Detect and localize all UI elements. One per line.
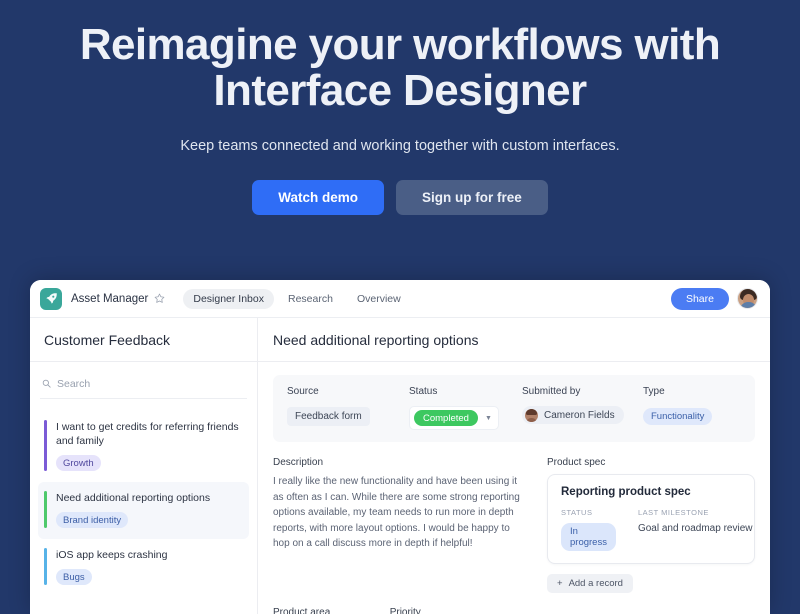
avatar[interactable] <box>737 288 758 309</box>
search-icon <box>42 375 51 393</box>
item-title: iOS app keeps crashing <box>56 549 168 561</box>
description-label: Description <box>273 457 324 468</box>
item-color-bar <box>44 491 47 528</box>
search-container <box>30 362 257 405</box>
source-value[interactable]: Feedback form <box>287 407 370 426</box>
hero-title-line-2: Interface Designer <box>213 66 587 115</box>
fields-panel: Source Feedback form Status Completed ▼ … <box>273 375 755 442</box>
chevron-down-icon: ▼ <box>484 414 492 422</box>
list-item[interactable]: Need additional reporting options Brand … <box>38 482 249 539</box>
spec-status: STATUS In progress <box>561 508 616 551</box>
app-topbar: Asset Manager Designer Inbox Research Ov… <box>30 280 770 318</box>
spec-milestone: LAST MILESTONE Goal and roadmap review <box>638 508 753 551</box>
add-record-button[interactable]: + Add a record <box>547 574 633 593</box>
item-tag: Brand identity <box>56 512 129 528</box>
plus-icon: + <box>557 578 563 589</box>
field-source: Source Feedback form <box>287 386 409 430</box>
item-tag: Growth <box>56 455 101 471</box>
item-title: Need additional reporting options <box>56 492 211 504</box>
field-label: Status <box>409 386 438 397</box>
spec-milestone-value: Goal and roadmap review <box>637 523 753 534</box>
item-content: Need additional reporting options Brand … <box>56 491 241 528</box>
field-type: Type Functionality <box>643 386 741 430</box>
priority-label: Priority <box>389 607 421 614</box>
hero-title-line-1: Reimagine your workflows with <box>79 20 721 69</box>
field-label: Submitted by <box>522 386 581 397</box>
item-color-bar <box>44 420 47 471</box>
hero-subtitle: Keep teams connected and working togethe… <box>180 138 620 154</box>
product-area-label: Product area <box>273 607 331 614</box>
tab-overview[interactable]: Overview <box>347 289 411 309</box>
hero-section: Reimagine your workflows with Interface … <box>0 0 800 215</box>
item-content: iOS app keeps crashing Bugs <box>56 548 241 585</box>
field-label: Type <box>643 386 665 397</box>
base-name: Asset Manager <box>71 292 149 305</box>
detail-pane: Need additional reporting options Source… <box>258 318 770 614</box>
status-badge: Completed <box>414 410 478 426</box>
description-text: I really like the new functionality and … <box>273 476 520 549</box>
field-status: Status Completed ▼ <box>409 386 522 430</box>
field-submitted-by: Submitted by Cameron Fields <box>522 386 643 430</box>
topbar-actions: Share <box>670 287 758 310</box>
type-badge: Functionality <box>643 408 713 425</box>
tab-designer-inbox[interactable]: Designer Inbox <box>183 288 274 309</box>
add-record-label: Add a record <box>568 578 623 589</box>
bottom-fields: Product area Feature ▼ Priority ★ <box>273 607 755 614</box>
spec-card-title: Reporting product spec <box>561 486 691 498</box>
sign-up-button[interactable]: Sign up for free <box>396 180 548 215</box>
sidebar: Customer Feedback Search I want to get c… <box>30 318 258 614</box>
tab-research[interactable]: Research <box>278 289 343 309</box>
spec-card-fields: STATUS In progress LAST MILESTONE Goal a… <box>561 508 752 551</box>
search-input[interactable] <box>57 378 245 390</box>
page-title: Reimagine your workflows with Interface … <box>70 22 730 114</box>
record-title: Need additional reporting options <box>273 332 479 348</box>
spec-status-label: STATUS <box>561 508 593 517</box>
item-color-bar <box>44 548 47 585</box>
tab-bar: Designer Inbox Research Overview <box>183 288 411 309</box>
detail-header: Need additional reporting options <box>258 318 770 362</box>
star-outline-icon[interactable] <box>154 293 165 304</box>
avatar-body <box>740 302 757 308</box>
field-priority: Priority ★ ★ ★ ★ ★ <box>390 607 487 614</box>
sidebar-title: Customer Feedback <box>44 332 171 348</box>
rocket-icon <box>40 287 62 310</box>
app-body: Customer Feedback Search I want to get c… <box>30 318 770 614</box>
list-item[interactable]: iOS app keeps crashing Bugs <box>38 539 249 596</box>
detail-content: Source Feedback form Status Completed ▼ … <box>258 362 770 614</box>
field-product-area: Product area Feature ▼ <box>273 607 354 614</box>
status-select[interactable]: Completed ▼ <box>409 406 499 430</box>
feedback-list: I want to get credits for referring frie… <box>30 405 257 602</box>
watch-demo-button[interactable]: Watch demo <box>252 180 384 215</box>
product-spec-label: Product spec <box>547 457 606 468</box>
sidebar-header: Customer Feedback <box>30 318 257 362</box>
spec-milestone-label: LAST MILESTONE <box>637 508 709 517</box>
search-box[interactable] <box>40 372 247 399</box>
field-label: Source <box>287 386 319 397</box>
description-column: Description I really like the new functi… <box>273 457 523 593</box>
hero-cta-group: Watch demo Sign up for free <box>0 180 800 215</box>
detail-columns: Description I really like the new functi… <box>273 457 755 593</box>
submitter-avatar <box>525 408 538 422</box>
share-button[interactable]: Share <box>670 287 729 310</box>
page-root: Reimagine your workflows with Interface … <box>0 0 800 614</box>
item-content: I want to get credits for referring frie… <box>56 420 241 471</box>
item-title: I want to get credits for referring frie… <box>56 421 239 447</box>
product-spec-card[interactable]: Reporting product spec STATUS In progres… <box>547 474 755 564</box>
app-window: Asset Manager Designer Inbox Research Ov… <box>30 280 770 614</box>
list-item[interactable]: I want to get credits for referring frie… <box>38 411 249 482</box>
submitter-chip[interactable]: Cameron Fields <box>522 406 624 424</box>
item-tag: Bugs <box>56 569 92 585</box>
spec-status-badge: In progress <box>561 523 616 551</box>
submitter-name: Cameron Fields <box>544 409 615 421</box>
product-spec-column: Product spec Reporting product spec STAT… <box>547 457 755 593</box>
